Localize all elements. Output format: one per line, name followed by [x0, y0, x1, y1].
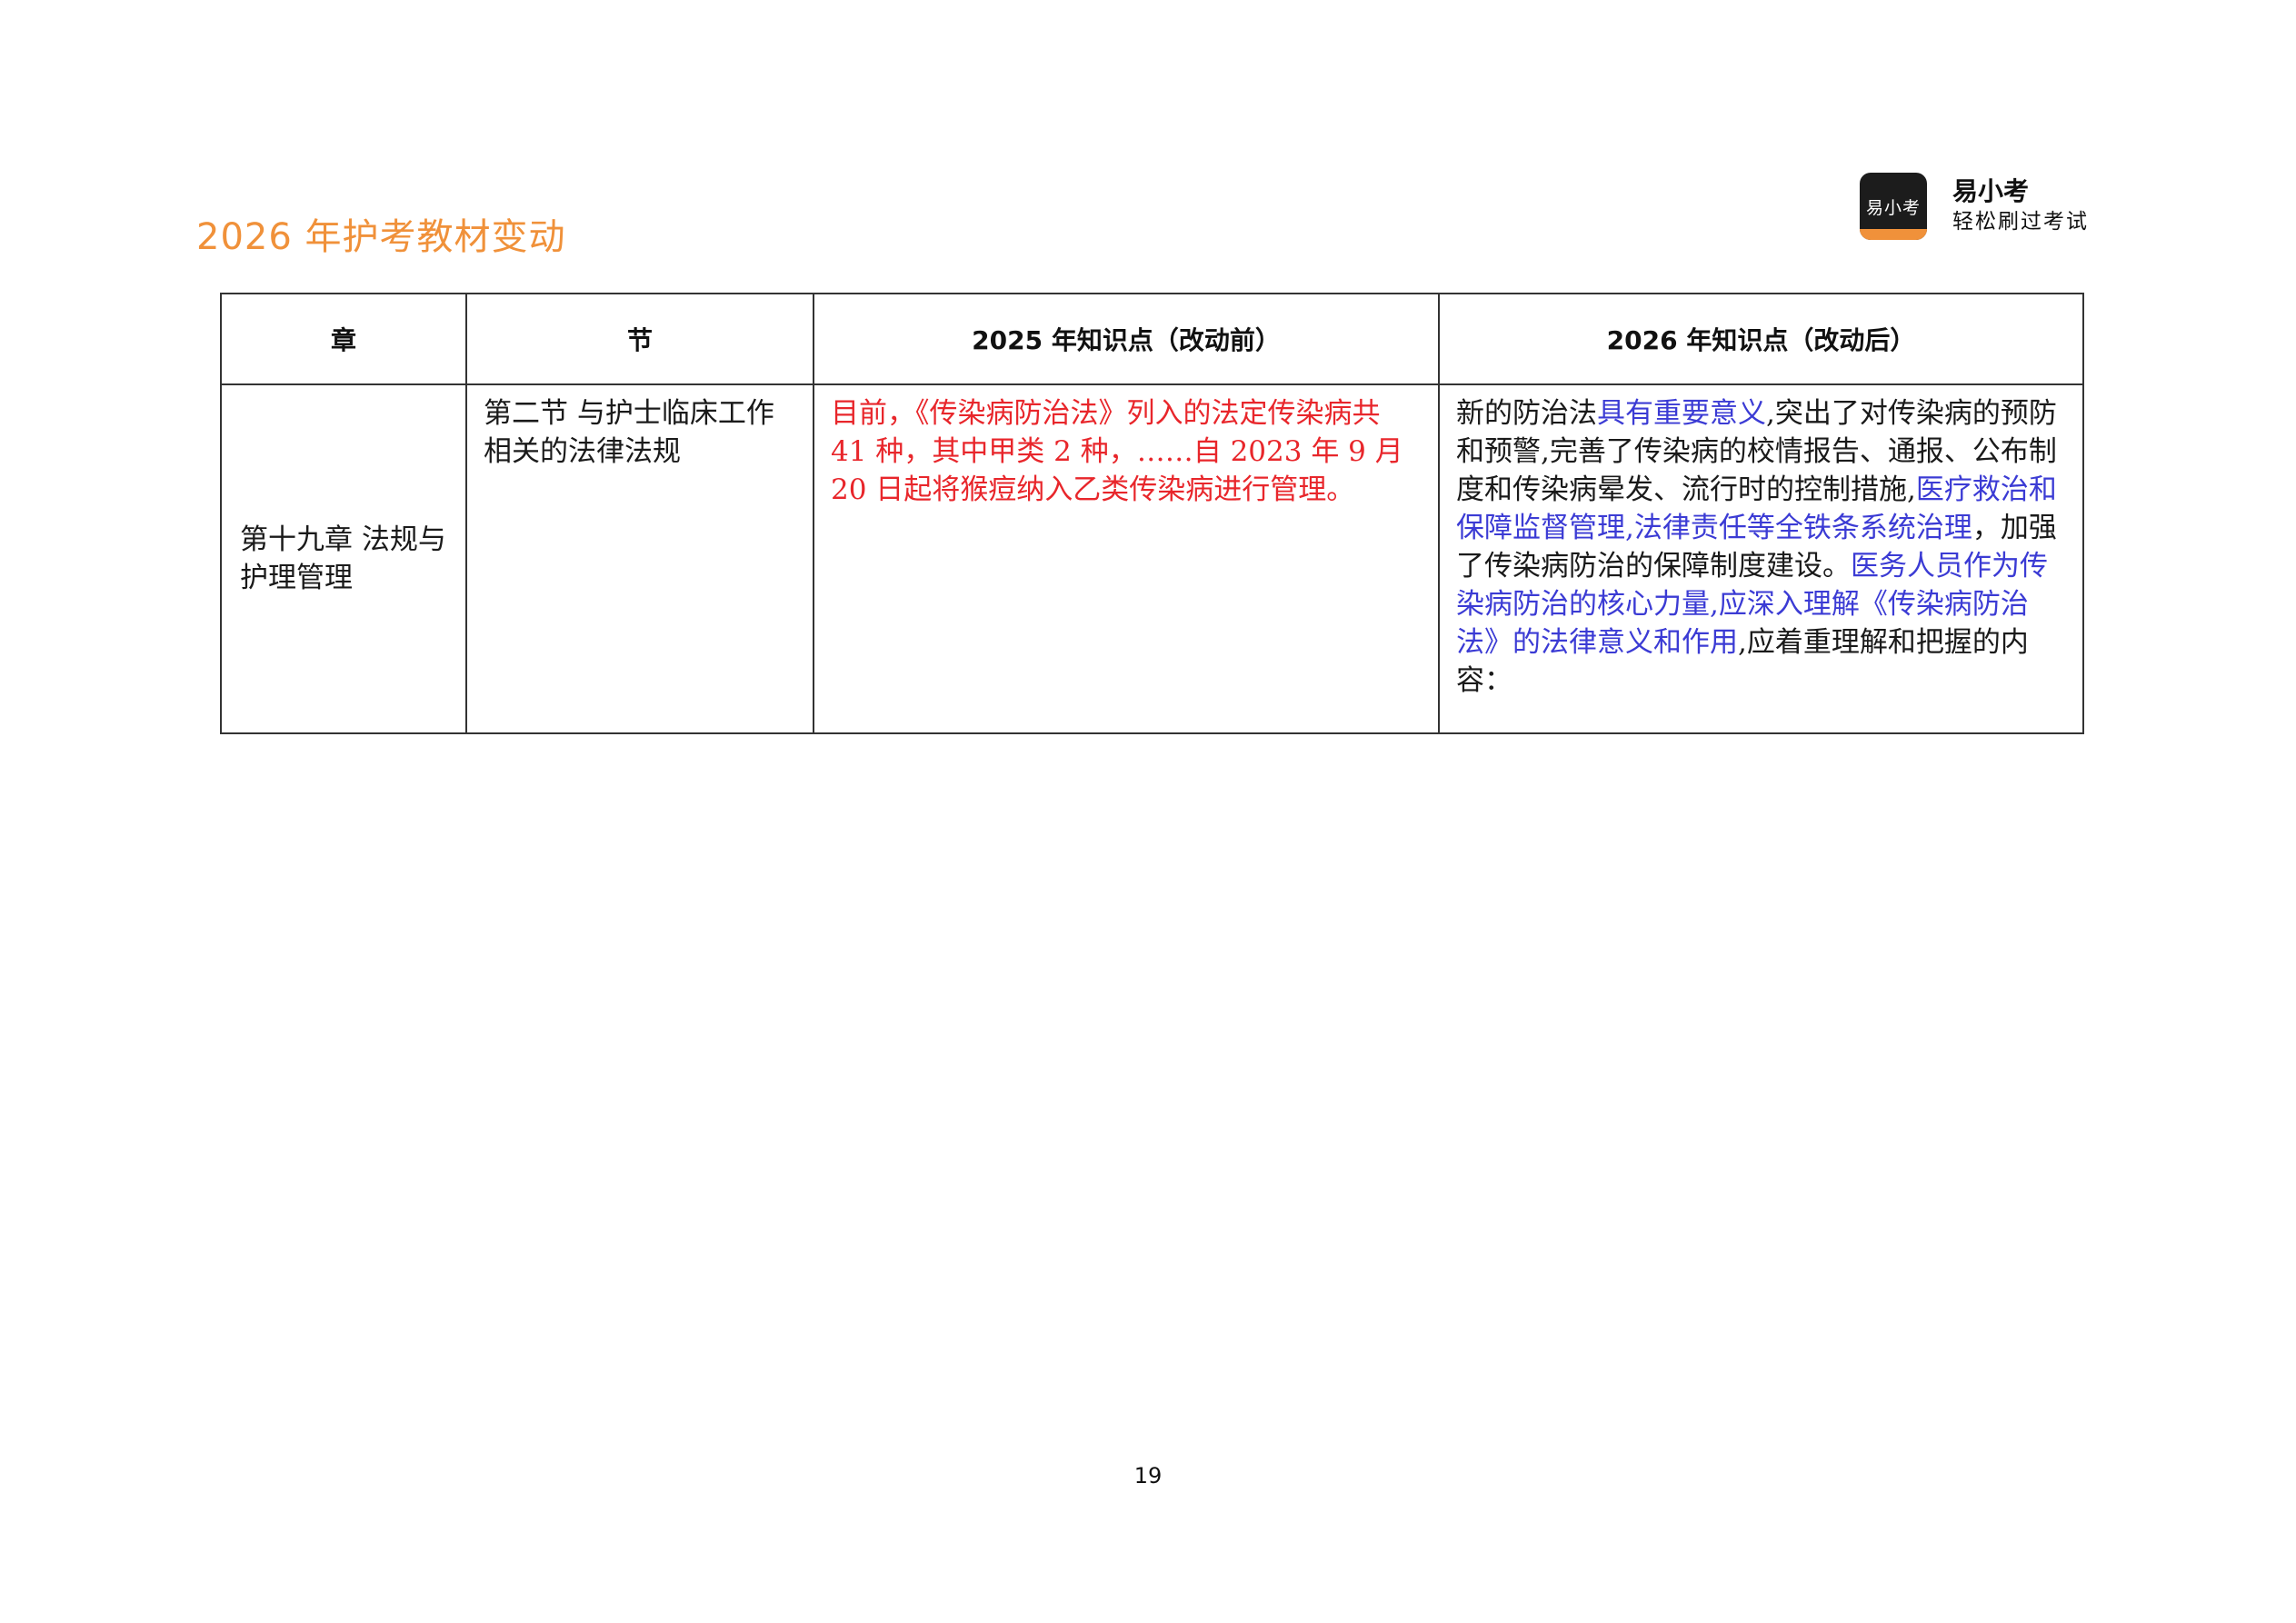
brand-logo-text: 易小考 — [1865, 197, 1921, 218]
brand-slogan: 轻松刷过考试 — [1952, 210, 2089, 234]
brand-name: 易小考 — [1952, 176, 2030, 206]
column-header-section: 节 — [465, 293, 814, 385]
table-header-row: 章 节 2025 年知识点（改动前） 2026 年知识点（改动后） — [220, 293, 2084, 385]
changes-table: 章 节 2025 年知识点（改动前） 2026 年知识点（改动后） 第十九章 法… — [220, 293, 2084, 734]
table-row: 第十九章 法规与护理管理 第二节 与护士临床工作相关的法律法规 目前，《传染病防… — [220, 383, 2084, 734]
page-number: 19 — [1133, 1463, 1163, 1489]
page-title: 2026 年护考教材变动 — [196, 216, 566, 258]
column-header-chapter: 章 — [220, 293, 467, 385]
chapter-cell: 第十九章 法规与护理管理 — [220, 383, 467, 734]
column-header-before: 2025 年知识点（改动前） — [813, 293, 1440, 385]
column-header-after: 2026 年知识点（改动后） — [1438, 293, 2084, 385]
after-text-segment: 新的防治法 — [1456, 397, 1597, 430]
brand-block: 易小考 易小考 轻松刷过考试 — [1860, 173, 2089, 240]
before-cell: 目前，《传染病防治法》列入的法定传染病共 41 种，其中甲类 2 种，……自 2… — [813, 383, 1440, 734]
after-cell: 新的防治法具有重要意义,突出了对传染病的预防和预警,完善了传染病的校情报告、通报… — [1438, 383, 2084, 734]
brand-text: 易小考 轻松刷过考试 — [1952, 176, 2089, 236]
after-text-highlight: 具有重要意义 — [1597, 397, 1766, 430]
brand-logo-icon: 易小考 — [1860, 173, 1927, 240]
section-cell: 第二节 与护士临床工作相关的法律法规 — [465, 383, 814, 734]
